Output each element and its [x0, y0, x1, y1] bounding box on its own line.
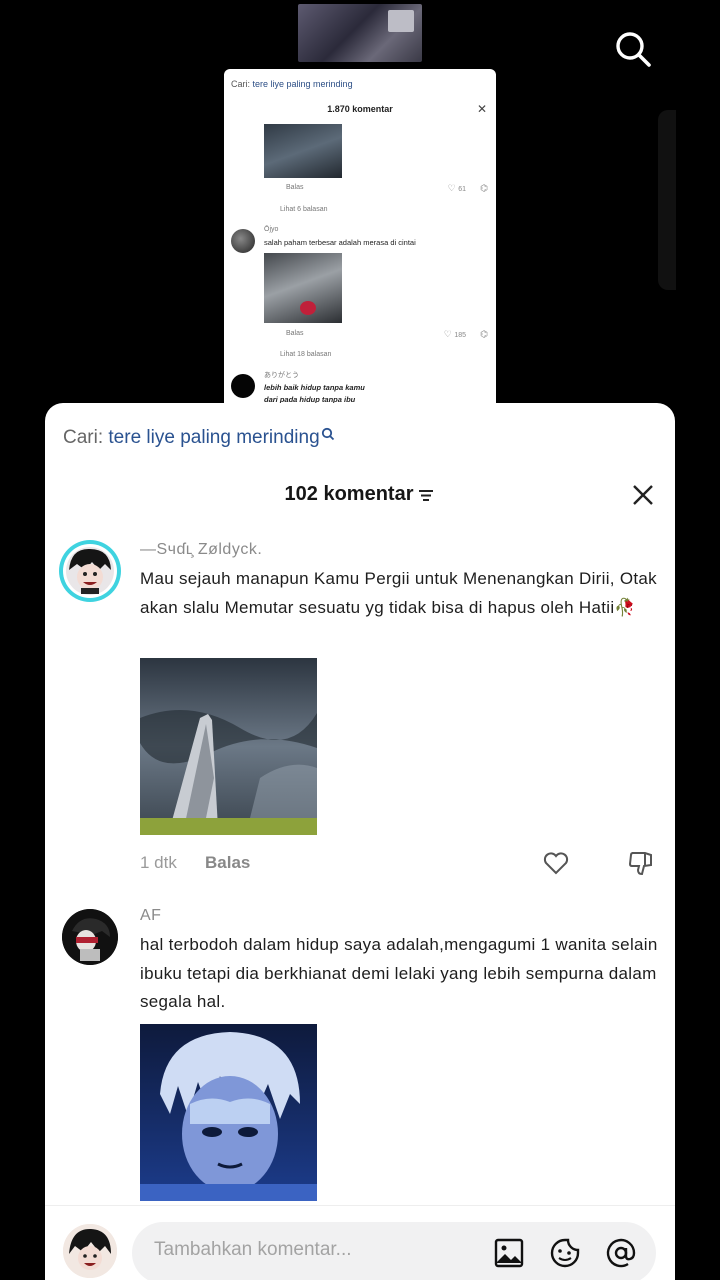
mini-reply: Balas	[286, 184, 304, 191]
avatar[interactable]	[63, 1224, 117, 1278]
avatar	[231, 229, 255, 253]
like-button[interactable]	[542, 849, 570, 877]
comment-text: Mau sejauh manapun Kamu Pergii untuk Men…	[140, 569, 657, 617]
comment-text: hal terbodoh dalam hidup saya adalah,men…	[140, 935, 658, 1011]
search-button[interactable]	[612, 28, 654, 70]
mini-comment-image	[264, 253, 342, 323]
search-suggestion[interactable]: Cari: tere liye paling merinding	[63, 427, 335, 449]
mini-comment-count: 1.870 komentar	[327, 104, 393, 114]
mini-username: ありがとう	[264, 372, 299, 379]
comment-count-header: 102 komentar	[45, 483, 675, 506]
mini-like-count: 185	[454, 332, 466, 339]
emoji-button[interactable]	[549, 1237, 581, 1269]
search-icon	[616, 32, 651, 67]
emoji-icon	[550, 1238, 580, 1268]
heart-icon: ♡ 61	[447, 183, 466, 193]
comment-username[interactable]: AF	[140, 907, 161, 925]
dislike-button[interactable]	[627, 849, 655, 877]
search-label: Cari:	[63, 427, 109, 448]
dislike-icon	[628, 852, 652, 876]
close-icon	[633, 485, 653, 505]
mini-comment-text: lebih baik hidup tanpa kamu	[264, 383, 365, 392]
mini-username: Ōjyo	[264, 226, 279, 233]
mention-icon	[606, 1238, 636, 1268]
mini-like-count: 61	[458, 186, 466, 193]
comment-image[interactable]	[140, 1024, 317, 1201]
image-icon	[494, 1238, 524, 1268]
search-icon	[321, 427, 334, 441]
dislike-icon: ⌬	[480, 329, 488, 339]
mini-comment-image	[264, 124, 342, 178]
heart-icon	[543, 852, 569, 875]
side-handle	[658, 110, 676, 290]
mini-comment-text: salah paham terbesar adalah merasa di ci…	[264, 238, 416, 247]
avatar	[231, 374, 255, 398]
sort-icon[interactable]	[417, 488, 435, 502]
close-button[interactable]	[631, 483, 655, 507]
comment-username[interactable]: —Sчɗʟ̧ Zøldyck.	[140, 541, 262, 559]
search-keyword[interactable]: tere liye paling merinding	[108, 427, 319, 448]
comments-sheet: Cari: tere liye paling merinding 102 kom…	[45, 403, 675, 1280]
mini-view-replies: Lihat 6 balasan	[280, 206, 328, 213]
comment-composer	[45, 1206, 675, 1280]
mention-button[interactable]	[605, 1237, 637, 1269]
reply-button[interactable]: Balas	[205, 853, 250, 873]
background-comment-panel: Cari: tere liye paling merinding 1.870 k…	[224, 69, 496, 409]
close-icon: ✕	[476, 102, 487, 116]
comment-image[interactable]	[140, 658, 317, 835]
video-thumbnail	[298, 4, 422, 62]
comment-count: 102 komentar	[284, 483, 414, 505]
avatar[interactable]	[62, 909, 118, 965]
comment-input-wrapper	[132, 1222, 656, 1280]
avatar[interactable]	[59, 540, 121, 602]
comment-input[interactable]	[152, 1238, 476, 1262]
mini-view-replies: Lihat 18 balasan	[280, 351, 332, 358]
dislike-icon: ⌬	[480, 183, 488, 193]
mini-search-hint: Cari: tere liye paling merinding	[231, 79, 353, 89]
image-button[interactable]	[493, 1237, 525, 1269]
comment-time: 1 dtk	[140, 853, 177, 872]
heart-icon: ♡ 185	[443, 329, 466, 339]
mini-reply: Balas	[286, 330, 304, 337]
